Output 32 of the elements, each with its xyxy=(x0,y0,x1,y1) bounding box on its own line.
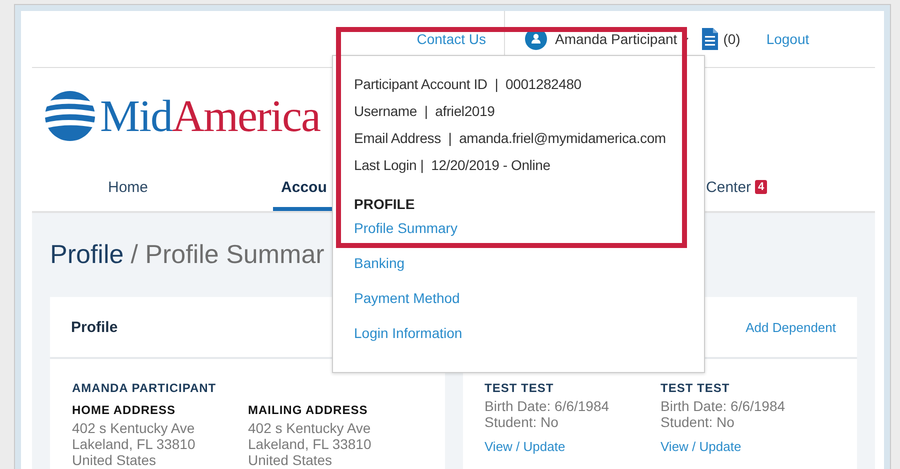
nav-tab[interactable]: Center 4 xyxy=(706,163,768,211)
dependent-name: TEST TEST xyxy=(484,381,555,395)
address-heading: MAILING ADDRESS xyxy=(248,403,369,417)
dependent-details: Birth Date: 6/6/1984 Student: No xyxy=(660,398,786,430)
logo-wordmark: MidAmerica xyxy=(100,90,320,142)
account-info-text: Last Login | 12/20/2019 - Online xyxy=(354,157,552,175)
view-update-link[interactable]: View / Update xyxy=(660,439,742,454)
card-title: Profile xyxy=(71,318,118,336)
address-text: 402 s Kentucky Ave Lakeland, FL 33810 United States xyxy=(248,420,372,468)
address-heading: HOME ADDRESS xyxy=(72,403,177,417)
menu-link[interactable]: Payment Method xyxy=(354,290,460,325)
nav-tab[interactable]: Home xyxy=(70,163,186,211)
dependent-details: Birth Date: 6/6/1984 Student: No xyxy=(484,398,610,430)
account-info-text: Participant Account ID | 0001282480 xyxy=(354,76,582,94)
logo-globe-icon xyxy=(45,90,95,142)
page-title: Profile xyxy=(50,239,124,269)
notification-badge: 4 xyxy=(755,180,768,194)
menu-link[interactable]: Profile Summary xyxy=(354,220,458,255)
document-icon xyxy=(701,27,720,51)
logout-link[interactable]: Logout xyxy=(766,31,810,47)
menu-section-heading: PROFILE xyxy=(354,196,416,214)
document-count: (0) xyxy=(723,31,740,47)
breadcrumb-current: / Profile Summar xyxy=(130,239,324,269)
account-info-text: Email Address | amanda.friel@mymidamerica.com xyxy=(354,130,667,148)
add-dependent-link[interactable]: Add Dependent xyxy=(746,320,836,334)
account-info-text: Username | afriel2019 xyxy=(354,103,496,121)
address-text: 402 s Kentucky Ave Lakeland, FL 33810 United States xyxy=(72,420,196,468)
dependent-name: TEST TEST xyxy=(660,381,731,395)
view-update-link[interactable]: View / Update xyxy=(484,439,566,454)
menu-link[interactable]: Login Information xyxy=(354,325,462,360)
menu-link[interactable]: Banking xyxy=(354,255,405,290)
participant-name: AMANDA PARTICIPANT xyxy=(72,381,218,395)
